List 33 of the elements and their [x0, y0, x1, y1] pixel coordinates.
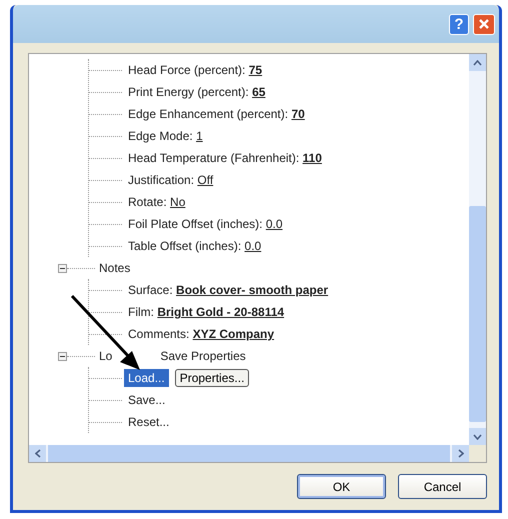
property-text: Edge Enhancement (percent): 70: [128, 107, 305, 121]
group-label: Lo: [99, 349, 112, 363]
vertical-scrollbar[interactable]: [469, 54, 486, 445]
tree-item[interactable]: Load...: [124, 369, 169, 387]
ok-button[interactable]: OK: [297, 474, 386, 499]
collapse-icon[interactable]: [58, 352, 67, 360]
property-text: Rotate: No: [128, 195, 186, 209]
property-text: Head Force (percent): 75: [128, 63, 262, 77]
group-label: Save Properties: [160, 349, 246, 363]
scroll-left-icon[interactable]: [34, 449, 40, 458]
property-text: Surface: Book cover- smooth paper: [128, 283, 328, 297]
tree-item[interactable]: Reset...: [128, 413, 170, 431]
collapse-icon[interactable]: [58, 264, 67, 272]
scroll-down-icon[interactable]: [473, 434, 482, 440]
properties-button[interactable]: Properties...: [174, 369, 250, 387]
group-label: Notes: [99, 261, 130, 275]
close-icon: [478, 18, 490, 30]
property-text: Comments: XYZ Company: [128, 327, 274, 341]
scrollbar-corner: [469, 445, 486, 462]
horizontal-scrollbar[interactable]: [29, 445, 486, 462]
scroll-up-icon[interactable]: [473, 60, 482, 66]
help-button[interactable]: ?: [449, 14, 469, 34]
tree-item[interactable]: Save...: [128, 391, 166, 409]
property-text: Foil Plate Offset (inches): 0.0: [128, 217, 283, 231]
property-text: Head Temperature (Fahrenheit): 110: [128, 151, 322, 165]
property-text: Edge Mode: 1: [128, 129, 203, 143]
property-text: Film: Bright Gold - 20-88114: [128, 305, 284, 319]
property-text: Table Offset (inches): 0.0: [128, 239, 262, 253]
scroll-right-icon[interactable]: [458, 449, 464, 458]
close-button[interactable]: [473, 14, 495, 34]
property-text: Justification: Off: [128, 173, 214, 187]
cancel-button[interactable]: Cancel: [398, 474, 487, 499]
property-text: Print Energy (percent): 65: [128, 85, 266, 99]
